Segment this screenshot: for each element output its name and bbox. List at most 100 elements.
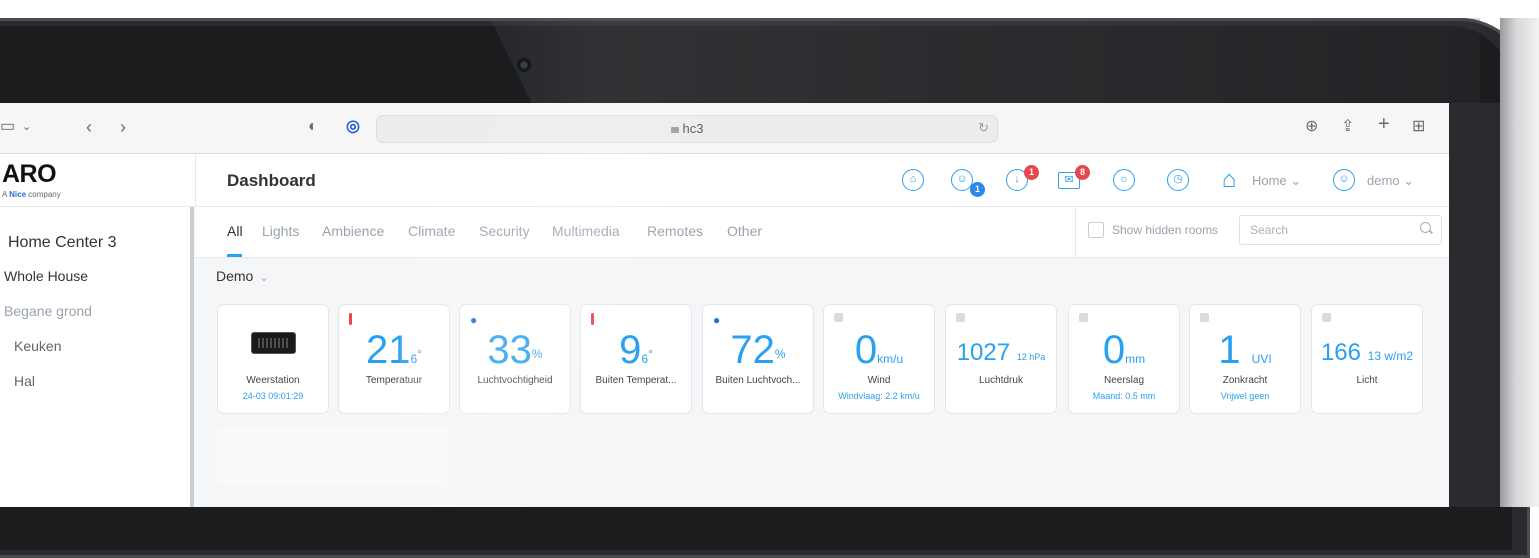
tab-other[interactable]: Other bbox=[727, 223, 762, 239]
device-card-zonkracht[interactable]: 1 UVI Zonkracht Vrijwel geen bbox=[1189, 304, 1301, 414]
room-selector[interactable]: Demo ⌄ bbox=[216, 268, 269, 284]
device-subtext: 24-03 09:01:29 bbox=[242, 391, 304, 401]
active-tab-indicator bbox=[227, 254, 242, 257]
tab-all[interactable]: All bbox=[227, 223, 243, 239]
device-name: Wind bbox=[867, 375, 891, 386]
device-card-temperatuur[interactable]: 216° Temperatuur bbox=[338, 304, 450, 414]
device-subtext: Maand: 0.5 mm bbox=[1092, 391, 1156, 401]
water-drop-icon: ● bbox=[713, 313, 721, 327]
device-card-luchtdruk[interactable]: 1027 12 hPa Luchtdruk bbox=[945, 304, 1057, 414]
sensor-cube-icon bbox=[1079, 313, 1088, 322]
device-card-weerstation[interactable]: Weerstation 24-03 09:01:29 bbox=[217, 304, 329, 414]
logo: ARO bbox=[2, 160, 57, 188]
tab-ambience[interactable]: Ambience bbox=[322, 223, 384, 239]
tab-overview-icon[interactable]: ⊞ bbox=[1412, 117, 1425, 137]
app-header: ARO A Nice company Dashboard ⌂ ☺ 1 ↓ 1 ✉… bbox=[0, 154, 1449, 207]
device-subtext: Vrijwel geen bbox=[1220, 391, 1270, 401]
chevron-down-icon[interactable]: ⌄ bbox=[22, 117, 31, 137]
lock-icon bbox=[670, 127, 679, 133]
reload-icon[interactable]: ↻ bbox=[978, 120, 989, 136]
device-card-wind[interactable]: 0km/u Wind Windvlaag: 2.2 km/u bbox=[823, 304, 935, 414]
device-name: Zonkracht bbox=[1222, 375, 1268, 386]
device-card-neerslag[interactable]: 0mm Neerslag Maand: 0.5 mm bbox=[1068, 304, 1180, 414]
home-icon[interactable]: ⌂ bbox=[1218, 168, 1240, 192]
sidebar-item-keuken[interactable]: Keuken bbox=[14, 338, 61, 354]
device-name: Buiten Temperat... bbox=[595, 375, 677, 386]
bezel-reflection bbox=[490, 18, 1480, 108]
users-badge: 1 bbox=[970, 182, 985, 197]
logo-tagline: A Nice company bbox=[2, 190, 61, 199]
sun-settings-icon[interactable]: ☼ bbox=[1113, 169, 1135, 191]
device-card-buiten-temperatuur[interactable]: 96° Buiten Temperat... bbox=[580, 304, 692, 414]
divider bbox=[1075, 207, 1076, 257]
show-hidden-rooms-label: Show hidden rooms bbox=[1112, 223, 1219, 237]
address-bar[interactable]: hc3 ↻ bbox=[376, 115, 998, 143]
chevron-down-icon: ⌄ bbox=[259, 272, 269, 284]
page-title: Dashboard bbox=[227, 171, 316, 190]
download-icon[interactable]: ⊕ bbox=[1305, 117, 1318, 137]
thermometer-icon bbox=[591, 313, 594, 325]
sidebar-toggle-icon[interactable]: ▭ bbox=[0, 117, 15, 137]
device-card-buiten-luchtvochtigheid[interactable]: ● 72% Buiten Luchtvoch... bbox=[702, 304, 814, 414]
screen: ▭ ⌄ ‹ › ◐ ◎ hc3 ↻ ⊕ ⇪ + ⊞ ARO A Nice com… bbox=[0, 103, 1449, 507]
sensor-cube-icon bbox=[1322, 313, 1331, 322]
new-tab-icon[interactable]: + bbox=[1378, 114, 1390, 134]
device-value: 216° bbox=[366, 328, 422, 372]
sidebar: Home Center 3 Whole House Begane grond K… bbox=[0, 207, 194, 507]
device-subtext: Windvlaag: 2.2 km/u bbox=[838, 391, 920, 401]
device-value: 166 13 w/m2 bbox=[1320, 339, 1414, 366]
downloads-badge: 1 bbox=[1024, 165, 1039, 180]
tab-multimedia[interactable]: Multimedia bbox=[552, 223, 620, 239]
sensor-cube-icon bbox=[956, 313, 965, 322]
device-value: 96° bbox=[619, 328, 653, 372]
device-value: 0mm bbox=[1102, 328, 1146, 372]
device-value: 33% bbox=[487, 328, 543, 372]
search-icon[interactable] bbox=[1420, 222, 1431, 233]
device-card-luchtvochtigheid[interactable]: ● 33% Luchtvochtigheid bbox=[459, 304, 571, 414]
show-hidden-rooms-checkbox[interactable] bbox=[1088, 222, 1104, 238]
tab-remotes[interactable]: Remotes bbox=[647, 223, 703, 239]
tab-climate[interactable]: Climate bbox=[408, 223, 455, 239]
tab-lights[interactable]: Lights bbox=[262, 223, 299, 239]
sidebar-item-whole-house[interactable]: Whole House bbox=[4, 268, 88, 284]
search-input[interactable] bbox=[1239, 215, 1442, 245]
shield-icon[interactable]: ◐ bbox=[308, 117, 318, 137]
device-name: Weerstation bbox=[246, 375, 300, 386]
thermometer-icon bbox=[349, 313, 352, 325]
logo-area: ARO A Nice company bbox=[0, 154, 196, 206]
laptop-edge-silver bbox=[1500, 18, 1539, 507]
user-avatar-icon[interactable]: ☺ bbox=[1333, 169, 1355, 191]
device-name: Temperatuur bbox=[365, 375, 423, 386]
sensor-cube-icon bbox=[1200, 313, 1209, 322]
url-text: hc3 bbox=[682, 121, 704, 136]
device-value: 0km/u bbox=[854, 328, 904, 372]
device-card-licht[interactable]: 166 13 w/m2 Licht bbox=[1311, 304, 1423, 414]
device-name: Luchtdruk bbox=[979, 375, 1023, 386]
user-menu[interactable]: demo ⌄ bbox=[1367, 173, 1414, 189]
forward-icon[interactable]: › bbox=[120, 117, 126, 137]
device-card-placeholder bbox=[217, 426, 447, 486]
chevron-down-icon: ⌄ bbox=[1403, 173, 1415, 188]
device-value: 72% bbox=[730, 328, 786, 372]
device-value: 1 UVI bbox=[1218, 328, 1272, 372]
password-manager-icon[interactable]: ◎ bbox=[346, 117, 360, 137]
camera-icon bbox=[517, 58, 531, 72]
device-name: Luchtvochtigheid bbox=[477, 375, 553, 386]
alarm-icon[interactable]: ⌂ bbox=[902, 169, 924, 191]
device-name: Neerslag bbox=[1103, 375, 1145, 386]
share-icon[interactable]: ⇪ bbox=[1341, 117, 1354, 137]
browser-toolbar: ▭ ⌄ ‹ › ◐ ◎ hc3 ↻ ⊕ ⇪ + ⊞ bbox=[0, 103, 1449, 154]
clock-icon[interactable]: ◷ bbox=[1167, 169, 1189, 191]
device-name: Buiten Luchtvoch... bbox=[715, 375, 801, 386]
messages-badge: 8 bbox=[1075, 165, 1090, 180]
sidebar-item-begane-grond[interactable]: Begane grond bbox=[4, 303, 92, 319]
home-selector[interactable]: Home ⌄ bbox=[1252, 173, 1301, 189]
device-value: 1027 12 hPa bbox=[956, 339, 1046, 366]
device-name: Licht bbox=[1356, 375, 1378, 386]
sidebar-item-home-center[interactable]: Home Center 3 bbox=[8, 234, 117, 252]
back-icon[interactable]: ‹ bbox=[86, 117, 92, 137]
chevron-down-icon: ⌄ bbox=[1290, 173, 1302, 188]
weather-station-icon bbox=[251, 332, 296, 354]
sidebar-item-hal[interactable]: Hal bbox=[14, 373, 35, 389]
tab-security[interactable]: Security bbox=[479, 223, 530, 239]
